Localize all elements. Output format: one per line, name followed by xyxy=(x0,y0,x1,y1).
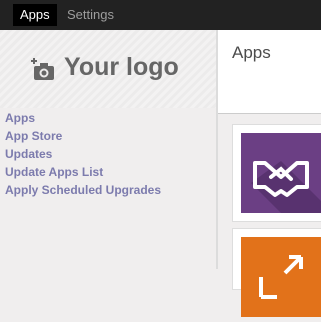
tab-settings[interactable]: Settings xyxy=(60,4,121,26)
logo-text: Your logo xyxy=(64,53,179,81)
sidebar-item-apply-scheduled-upgrades[interactable]: Apply Scheduled Upgrades xyxy=(5,181,161,199)
app-icon-tile xyxy=(241,237,321,317)
sidebar-item-app-store[interactable]: App Store xyxy=(5,127,161,145)
camera-plus-icon xyxy=(31,58,54,80)
app-card[interactable] xyxy=(232,124,321,222)
logo-area: Your logo xyxy=(0,30,216,108)
tab-apps[interactable]: Apps xyxy=(13,4,57,26)
sidebar-item-apps[interactable]: Apps xyxy=(5,109,161,127)
sidebar: Your logo Apps App Store Updates Update … xyxy=(0,30,216,269)
app-icon-tile xyxy=(241,133,321,213)
arrow-icon xyxy=(259,255,303,299)
sidebar-item-update-apps-list[interactable]: Update Apps List xyxy=(5,163,161,181)
app-card[interactable] xyxy=(232,228,321,317)
handshake-icon xyxy=(251,161,321,213)
top-menu-bar: Apps Settings xyxy=(0,0,321,30)
sidebar-item-updates[interactable]: Updates xyxy=(5,145,161,163)
page-title: Apps xyxy=(232,43,271,62)
sidebar-menu: Apps App Store Updates Update Apps List … xyxy=(5,109,161,199)
main-content: Apps xyxy=(218,30,321,317)
